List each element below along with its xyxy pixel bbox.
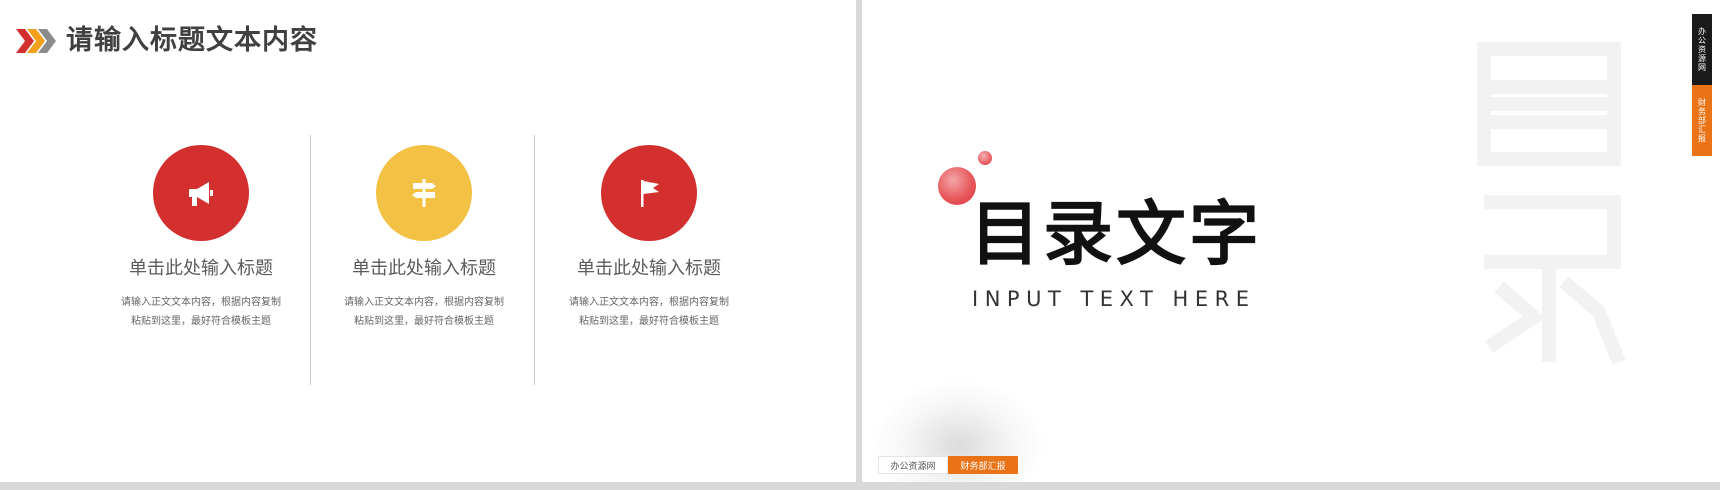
column-title[interactable]: 单击此处输入标题 [319, 257, 529, 281]
watermark-text [1477, 42, 1626, 365]
decorative-dot-small [978, 151, 992, 165]
icon-circle [376, 145, 472, 241]
megaphone-icon [181, 173, 221, 213]
description-line: 请输入正文文本内容，根据内容复制 [121, 297, 281, 308]
content-column-3: 单击此处输入标题 请输入正文文本内容，根据内容复制 粘贴到这里，最好符合模板主题 [544, 145, 754, 331]
icon-circle [153, 145, 249, 241]
description-line: 粘贴到这里，最好符合模板主题 [131, 316, 271, 327]
description-line: 请输入正文文本内容，根据内容复制 [344, 297, 504, 308]
slide-title[interactable]: 请输入标题文本内容 [66, 24, 318, 58]
column-divider [534, 135, 535, 385]
flag-icon [629, 173, 669, 213]
signpost-icon [404, 173, 444, 213]
footer-tag-department: 财务部汇报 [948, 456, 1018, 474]
side-badge-orange: 财务部汇报 [1692, 85, 1712, 156]
description-line: 粘贴到这里，最好符合模板主题 [354, 316, 494, 327]
content-column-2: 单击此处输入标题 请输入正文文本内容，根据内容复制 粘贴到这里，最好符合模板主题 [319, 145, 529, 331]
column-title[interactable]: 单击此处输入标题 [544, 257, 754, 281]
icon-circle [601, 145, 697, 241]
column-description[interactable]: 请输入正文文本内容，根据内容复制 粘贴到这里，最好符合模板主题 [544, 293, 754, 331]
side-badge-dark: 办公资源网 [1692, 14, 1712, 85]
description-line: 粘贴到这里，最好符合模板主题 [579, 316, 719, 327]
column-description[interactable]: 请输入正文文本内容，根据内容复制 粘贴到这里，最好符合模板主题 [96, 293, 306, 331]
slide-left[interactable]: 请输入标题文本内容 单击此处输入标题 请输入正文文本内容，根据内容复制 粘贴到这… [0, 0, 856, 482]
toc-subtitle[interactable]: INPUT TEXT HERE [972, 286, 1255, 312]
chevron-gray-icon [38, 29, 56, 53]
column-divider [310, 135, 311, 385]
slide-right[interactable]: 目录文字 INPUT TEXT HERE 办公资源网 财务部汇报 办公资源网 财… [862, 0, 1720, 482]
description-line: 请输入正文文本内容，根据内容复制 [569, 297, 729, 308]
footer-tag-source: 办公资源网 [878, 456, 948, 474]
column-description[interactable]: 请输入正文文本内容，根据内容复制 粘贴到这里，最好符合模板主题 [319, 293, 529, 331]
column-title[interactable]: 单击此处输入标题 [96, 257, 306, 281]
presentation-canvas: 请输入标题文本内容 单击此处输入标题 请输入正文文本内容，根据内容复制 粘贴到这… [0, 0, 1720, 490]
content-column-1: 单击此处输入标题 请输入正文文本内容，根据内容复制 粘贴到这里，最好符合模板主题 [96, 145, 306, 331]
toc-title[interactable]: 目录文字 [970, 196, 1262, 272]
